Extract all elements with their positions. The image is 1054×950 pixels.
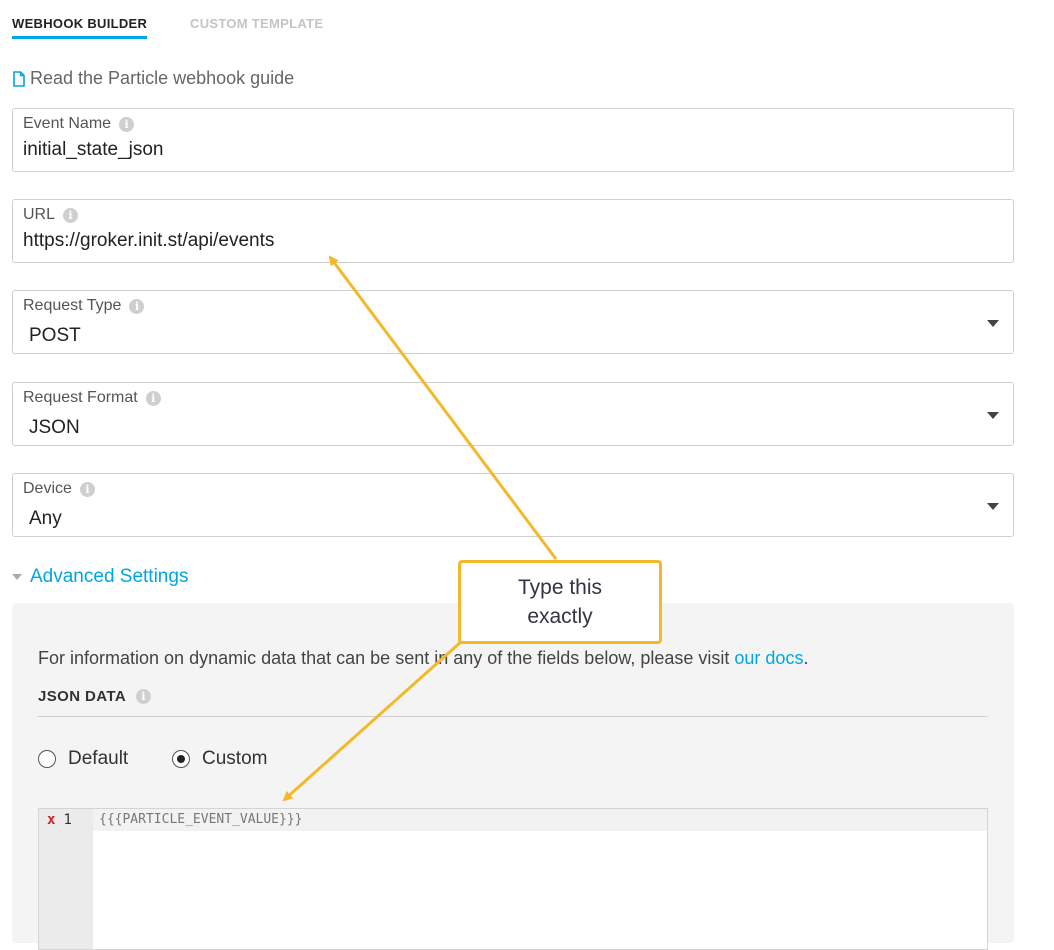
json-data-heading: JSON DATA i [38,688,152,705]
request-type-label: Request Type [23,297,122,314]
event-name-label: Event Name [23,115,112,132]
request-format-value: JSON [29,417,80,438]
radio-custom[interactable] [172,750,190,768]
event-name-field[interactable]: Event Name i initial_state_json [12,108,1014,172]
request-type-select[interactable]: Request Type i POST [12,290,1014,354]
editor-code[interactable]: {{{PARTICLE_EVENT_VALUE}}} [99,812,303,827]
device-value: Any [29,508,62,529]
info-icon: i [119,116,135,132]
info-icon: i [129,298,145,314]
info-icon: i [145,390,161,406]
chevron-down-icon[interactable] [987,412,999,419]
radio-default[interactable] [38,750,56,768]
divider [38,716,988,717]
device-label: Device [23,480,72,497]
chevron-down-icon[interactable] [987,503,999,510]
document-icon [13,70,25,87]
webhook-guide-label: Read the Particle webhook guide [30,68,295,88]
request-format-select[interactable]: Request Format i JSON [12,382,1014,446]
dynamic-data-help: For information on dynamic data that can… [38,648,809,668]
event-name-input[interactable]: initial_state_json [23,139,163,161]
error-marker-icon: x [47,812,56,828]
device-select[interactable]: Device i Any [12,473,1014,537]
url-field[interactable]: URL i https://groker.init.st/api/events [12,199,1014,263]
tab-custom-template[interactable]: CUSTOM TEMPLATE [190,16,323,31]
chevron-down-icon[interactable] [987,320,999,327]
radio-default-option[interactable]: Default [38,748,128,770]
caret-down-icon [12,574,22,580]
our-docs-link[interactable]: our docs [734,648,803,668]
request-format-label: Request Format [23,389,138,406]
info-icon: i [63,207,79,223]
tab-bar: WEBHOOK BUILDER CUSTOM TEMPLATE [12,0,1012,40]
editor-gutter [39,809,93,949]
info-icon: i [136,689,152,704]
request-type-value: POST [29,325,81,346]
annotation-callout: Type this exactly [458,560,662,644]
webhook-guide-link[interactable]: Read the Particle webhook guide [12,68,294,89]
radio-custom-option[interactable]: Custom [172,748,267,770]
tab-webhook-builder[interactable]: WEBHOOK BUILDER [12,16,148,39]
advanced-settings-label: Advanced Settings [30,566,189,587]
url-input[interactable]: https://groker.init.st/api/events [23,230,274,252]
advanced-settings-toggle[interactable]: Advanced Settings [12,566,188,588]
info-icon: i [79,481,95,497]
json-editor[interactable]: x 1 {{{PARTICLE_EVENT_VALUE}}} [38,808,988,950]
advanced-settings-panel: For information on dynamic data that can… [12,603,1014,950]
url-label: URL [23,206,56,223]
line-number: 1 [63,812,72,828]
